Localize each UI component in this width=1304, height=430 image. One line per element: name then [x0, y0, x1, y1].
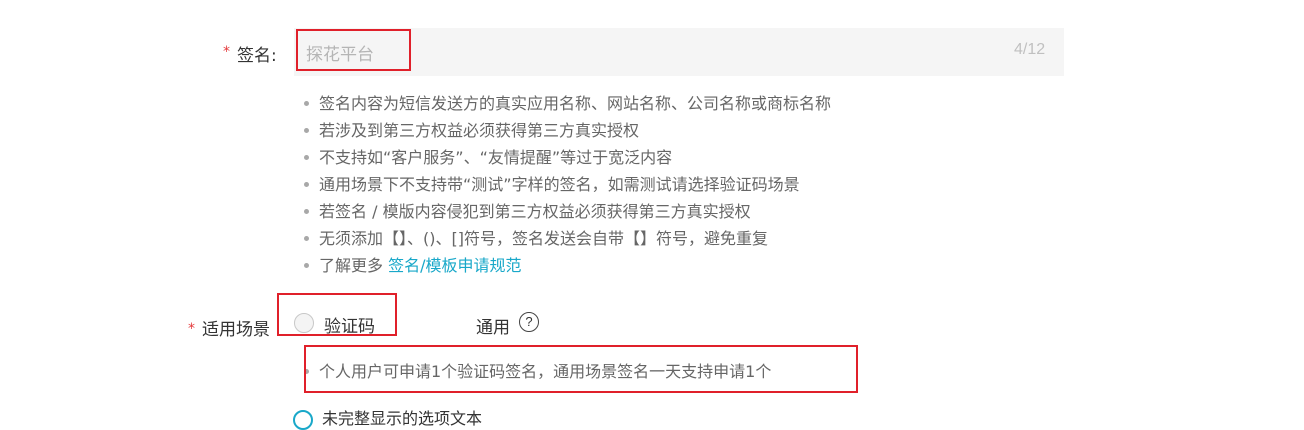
bullet-icon [304, 100, 309, 106]
tip-item: 不支持如“客户服务”、“友情提醒”等过于宽泛内容 [304, 144, 831, 171]
bullet-icon [304, 208, 309, 214]
highlight-box-signature [296, 29, 411, 71]
bullet-icon [304, 262, 309, 268]
required-mark: * [223, 44, 230, 60]
bullet-icon [304, 235, 309, 241]
partial-option-text: 未完整显示的选项文本 [322, 409, 483, 428]
bullet-icon [304, 181, 309, 187]
tip-item: 了解更多 签名/模板申请规范 [304, 252, 831, 279]
spec-link[interactable]: 签名/模板申请规范 [388, 256, 521, 275]
highlight-box-scenario [277, 293, 397, 336]
bullet-icon [304, 127, 309, 133]
question-circle-icon[interactable]: ? [519, 312, 539, 332]
required-mark: * [188, 321, 195, 337]
signature-char-counter: 4/12 [1014, 41, 1046, 58]
highlight-box-note [304, 345, 858, 393]
bullet-icon [304, 154, 309, 160]
tip-item: 若涉及到第三方权益必须获得第三方真实授权 [304, 117, 831, 144]
tip-item: 签名内容为短信发送方的真实应用名称、网站名称、公司名称或商标名称 [304, 90, 831, 117]
signature-tips-list: 签名内容为短信发送方的真实应用名称、网站名称、公司名称或商标名称 若涉及到第三方… [304, 90, 831, 279]
tip-item: 无须添加【】、()、[]符号，签名发送会自带【】符号，避免重复 [304, 225, 831, 252]
radio-circle-icon[interactable] [293, 410, 313, 430]
tip-item: 通用场景下不支持带“测试”字样的签名，如需测试请选择验证码场景 [304, 171, 831, 198]
signature-label: 签名: [237, 46, 277, 66]
radio-general-label[interactable]: 通用 [476, 313, 510, 338]
scenario-label: 适用场景 [202, 320, 270, 340]
tip-item: 若签名 / 模版内容侵犯到第三方权益必须获得第三方真实授权 [304, 198, 831, 225]
